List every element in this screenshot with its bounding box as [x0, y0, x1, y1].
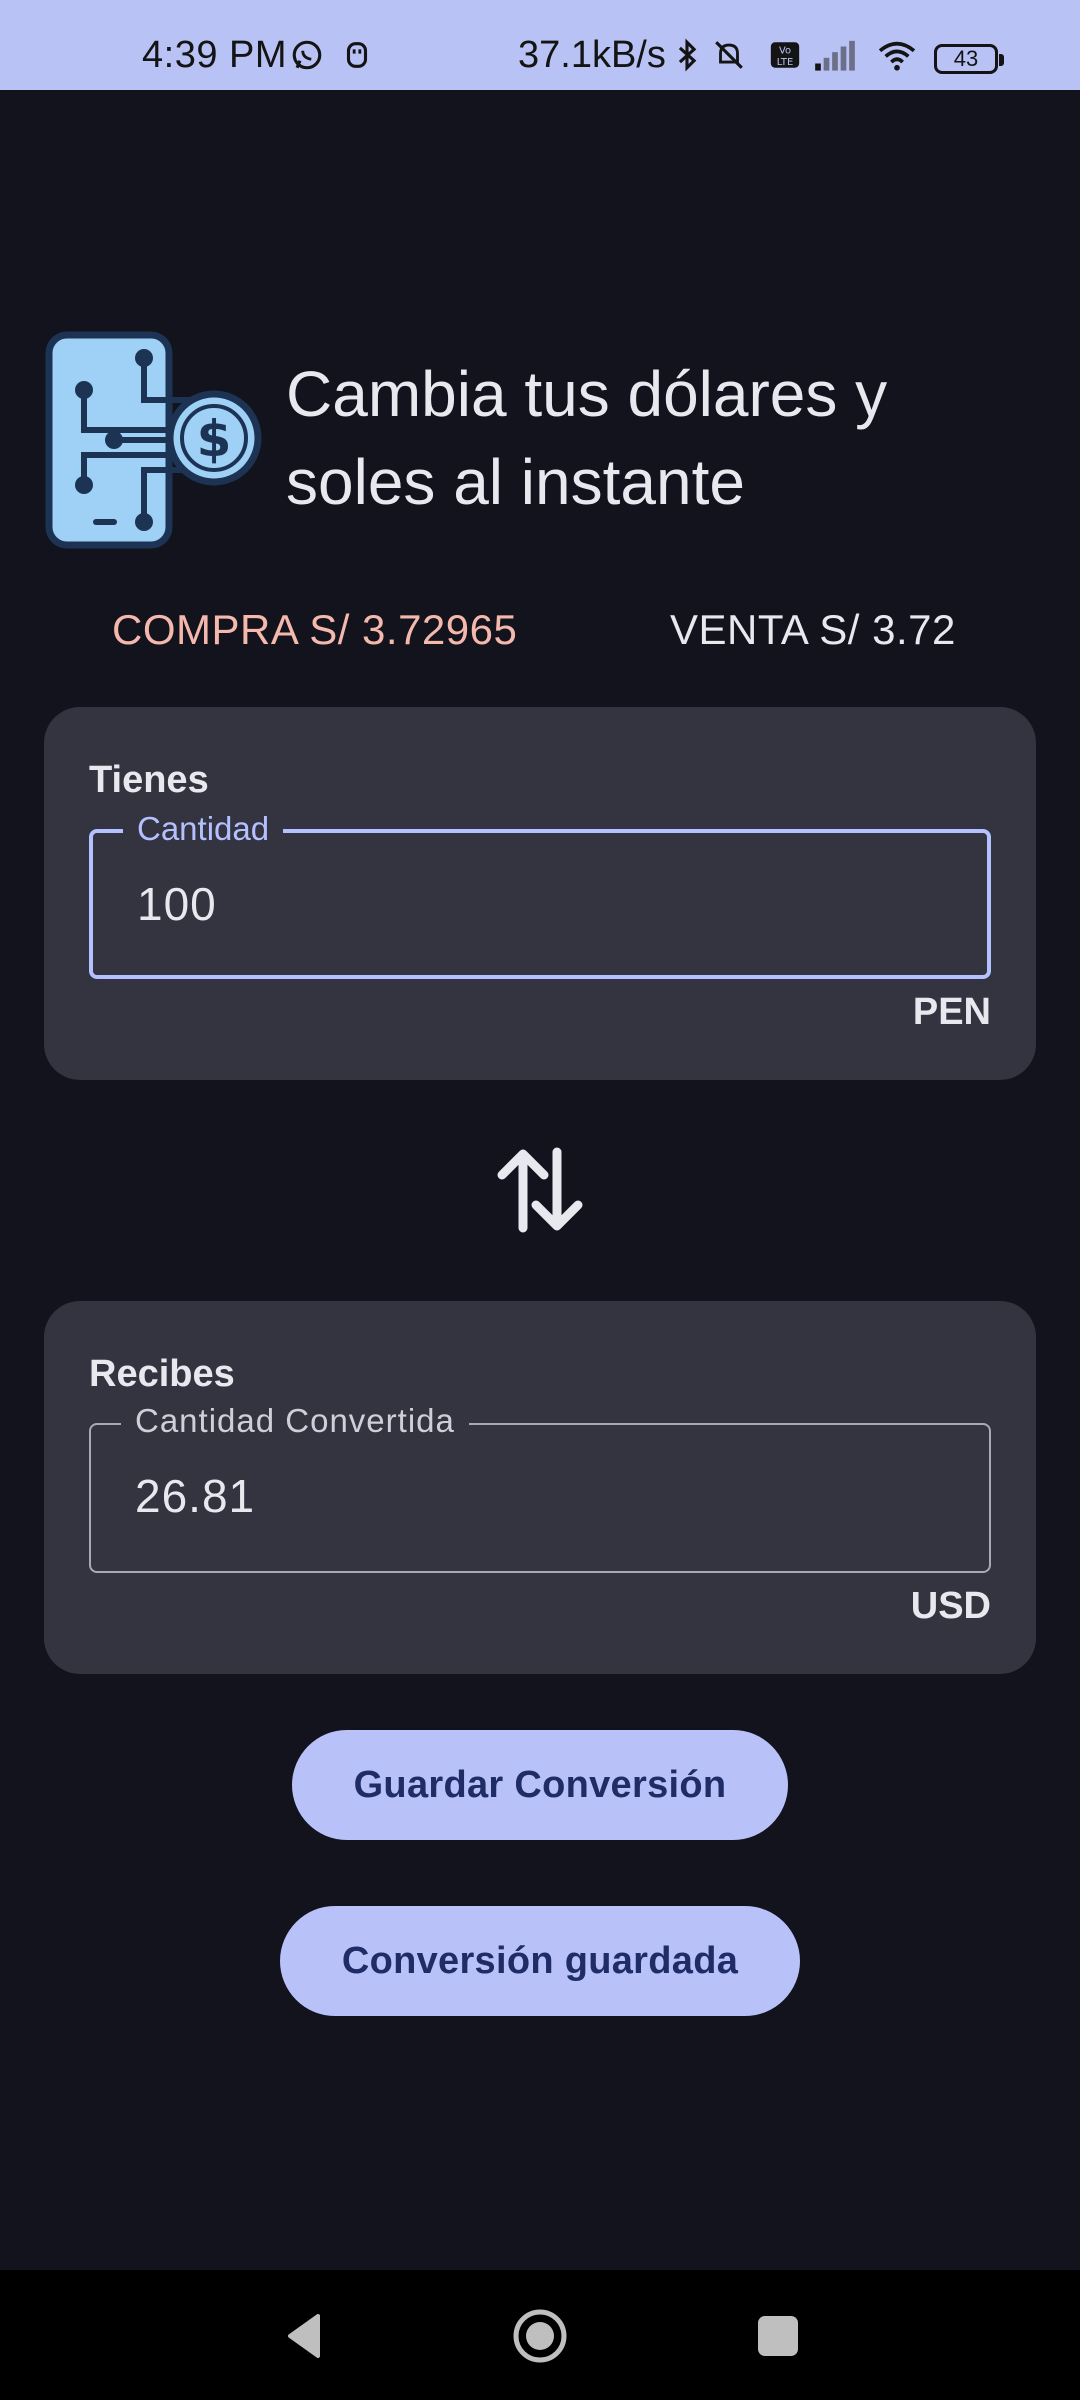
source-currency[interactable]: PEN [913, 991, 991, 1034]
target-currency[interactable]: USD [911, 1585, 991, 1628]
volte-icon: Vo LTE [770, 42, 800, 68]
converted-amount-field[interactable]: Cantidad Convertida 26.81 [89, 1401, 991, 1573]
navigation-bar [0, 2270, 1080, 2400]
bluetooth-icon [678, 38, 697, 72]
usb-icon [346, 42, 368, 68]
status-bar: 4:39 PM 37.1kB/s Vo LTE 43 [0, 0, 1080, 90]
sell-rate: VENTA S/ 3.72 [670, 606, 956, 653]
amount-input-label: Cantidad [123, 809, 284, 849]
receive-card: Recibes Cantidad Convertida 26.81 USD [44, 1301, 1036, 1674]
page-title: Cambia tus dólares y soles al instante [286, 358, 888, 518]
battery-icon: 43 [934, 44, 1004, 74]
svg-text:Vo: Vo [779, 46, 791, 57]
receive-card-title: Recibes [89, 1353, 235, 1395]
amount-input-value[interactable]: 100 [137, 877, 217, 931]
wifi-icon [878, 41, 916, 71]
have-card-title: Tienes [89, 759, 209, 801]
swap-vertical-icon[interactable] [490, 1140, 590, 1240]
signal-icon [815, 40, 855, 71]
home-icon[interactable] [510, 2306, 570, 2366]
svg-text:$: $ [197, 410, 232, 468]
amount-input[interactable]: Cantidad 100 [89, 809, 991, 979]
status-time: 4:39 PM [142, 34, 288, 76]
svg-text:LTE: LTE [777, 57, 793, 68]
recents-icon[interactable] [748, 2306, 808, 2366]
digital-dollar-phone-icon: $ [45, 331, 262, 549]
back-icon[interactable] [274, 2306, 334, 2366]
whatsapp-icon [292, 40, 322, 70]
mute-icon [715, 41, 743, 69]
converted-amount-label: Cantidad Convertida [121, 1401, 469, 1441]
saved-conversions-button[interactable]: Conversión guardada [280, 1906, 800, 2016]
network-speed: 37.1kB/s [518, 34, 666, 76]
buy-rate: COMPRA S/ 3.72965 [112, 606, 518, 653]
have-card: Tienes Cantidad 100 PEN [44, 707, 1036, 1080]
converted-amount-value: 26.81 [135, 1470, 256, 1522]
save-conversion-button[interactable]: Guardar Conversión [292, 1730, 788, 1840]
